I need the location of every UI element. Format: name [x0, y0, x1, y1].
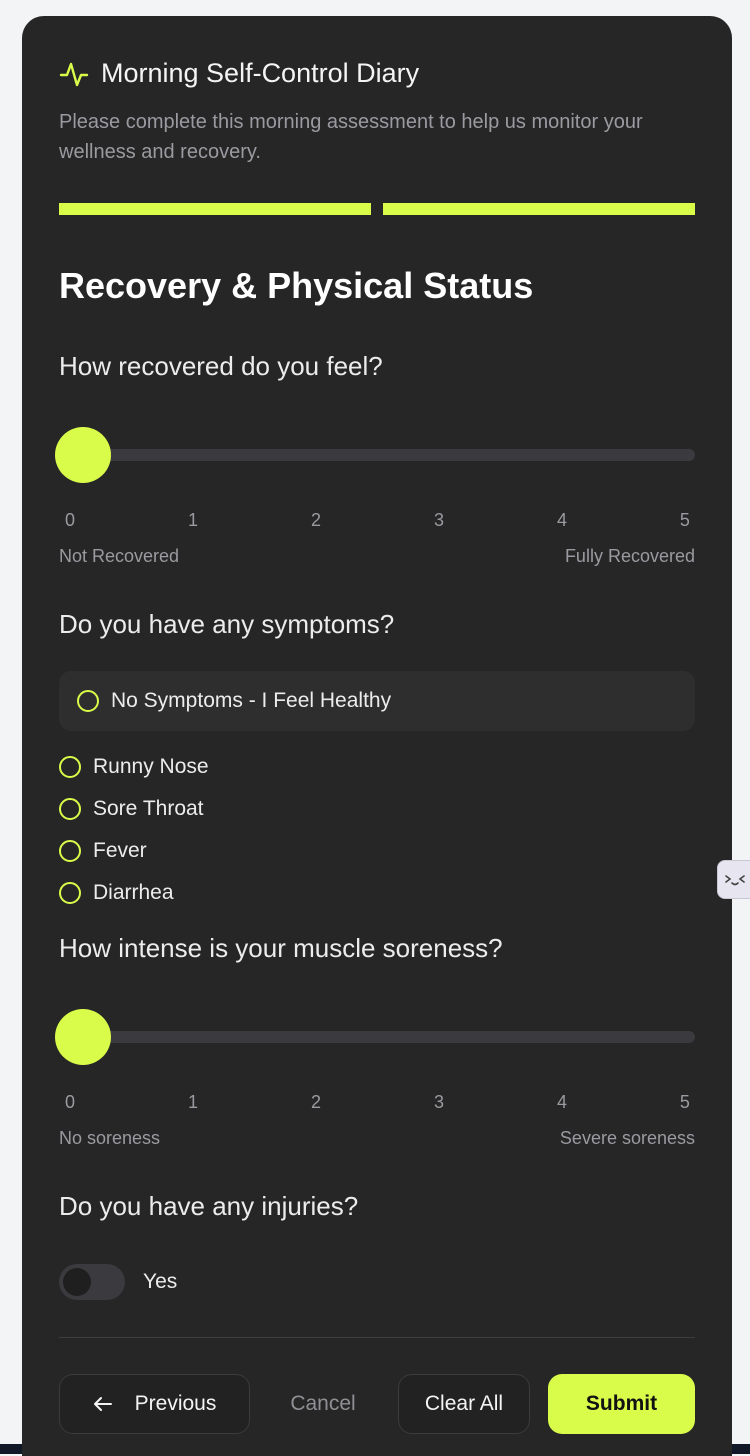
- soreness-question: How intense is your muscle soreness?: [59, 933, 503, 963]
- injuries-toggle-row: Yes: [59, 1264, 695, 1300]
- progress-step-1: [59, 203, 371, 215]
- divider: [59, 1337, 695, 1338]
- tick-label: 1: [187, 1092, 198, 1112]
- min-label: No soreness: [59, 1128, 161, 1148]
- slider-thumb[interactable]: [55, 1009, 111, 1065]
- tick-label: 3: [433, 510, 444, 530]
- page-subtitle: Please complete this morning assessment …: [59, 111, 643, 163]
- tick-label: 4: [556, 510, 567, 530]
- symptoms-question: Do you have any symptoms?: [59, 609, 395, 639]
- cancel-button[interactable]: Cancel: [268, 1374, 378, 1434]
- recovery-scale-labels: Not Recovered Fully Recovered: [59, 546, 695, 567]
- symptom-list: Runny Nose Sore Throat Fever Diarrhea: [59, 746, 695, 914]
- recovery-ticks: 0 1 2 3 4 5: [59, 510, 695, 531]
- previous-label: Previous: [134, 1392, 217, 1415]
- option-label: Fever: [93, 839, 147, 862]
- radio-button[interactable]: [59, 756, 81, 778]
- symptom-option-fever[interactable]: Fever: [59, 830, 695, 872]
- option-label: Diarrhea: [93, 881, 174, 904]
- recovery-question: How recovered do you feel?: [59, 351, 383, 381]
- symptom-option-runny-nose[interactable]: Runny Nose: [59, 746, 695, 788]
- option-label: Sore Throat: [93, 797, 204, 820]
- page-title: Morning Self-Control Diary: [101, 58, 420, 88]
- option-label: Runny Nose: [93, 755, 209, 778]
- soreness-slider[interactable]: [55, 1009, 695, 1065]
- toggle-label: Yes: [143, 1270, 178, 1293]
- radio-button[interactable]: [59, 798, 81, 820]
- clear-all-button[interactable]: Clear All: [398, 1374, 530, 1434]
- widget-icon: [725, 874, 745, 885]
- progress-step-2: [383, 203, 695, 215]
- soreness-scale-labels: No soreness Severe soreness: [59, 1128, 695, 1149]
- symptom-option-diarrhea[interactable]: Diarrhea: [59, 872, 695, 914]
- diary-card: Morning Self-Control Diary Please comple…: [22, 16, 732, 1456]
- radio-button[interactable]: [59, 882, 81, 904]
- slider-thumb[interactable]: [55, 427, 111, 483]
- slider-track[interactable]: [59, 1031, 695, 1043]
- soreness-ticks: 0 1 2 3 4 5: [59, 1092, 695, 1113]
- no-symptoms-option[interactable]: No Symptoms - I Feel Healthy: [59, 671, 695, 731]
- max-label: Severe soreness: [559, 1128, 695, 1148]
- min-label: Not Recovered: [59, 546, 180, 566]
- section-title: Recovery & Physical Status: [59, 265, 534, 306]
- tick-label: 1: [187, 510, 198, 530]
- tick-label: 2: [310, 510, 321, 530]
- recovery-slider[interactable]: [55, 427, 695, 483]
- arrow-left-icon: [93, 1397, 112, 1411]
- tick-label: 5: [679, 510, 690, 530]
- toggle-knob: [63, 1268, 91, 1296]
- injuries-question: Do you have any injuries?: [59, 1191, 359, 1221]
- radio-button[interactable]: [77, 690, 99, 712]
- activity-pulse-icon: [59, 62, 89, 86]
- injuries-toggle[interactable]: [59, 1264, 125, 1300]
- radio-button[interactable]: [59, 840, 81, 862]
- floating-widget-tab[interactable]: [717, 860, 750, 899]
- progress-bar: [59, 203, 695, 215]
- tick-label: 3: [433, 1092, 444, 1112]
- symptom-option-sore-throat[interactable]: Sore Throat: [59, 788, 695, 830]
- submit-button[interactable]: Submit: [548, 1374, 695, 1434]
- tick-label: 5: [679, 1092, 690, 1112]
- header: Morning Self-Control Diary: [59, 58, 695, 89]
- tick-label: 4: [556, 1092, 567, 1112]
- tick-label: 0: [65, 510, 76, 530]
- tick-label: 0: [65, 1092, 76, 1112]
- max-label: Fully Recovered: [564, 546, 695, 566]
- tick-label: 2: [310, 1092, 321, 1112]
- previous-button[interactable]: Previous: [59, 1374, 250, 1434]
- slider-track[interactable]: [59, 449, 695, 461]
- option-label: No Symptoms - I Feel Healthy: [111, 689, 392, 712]
